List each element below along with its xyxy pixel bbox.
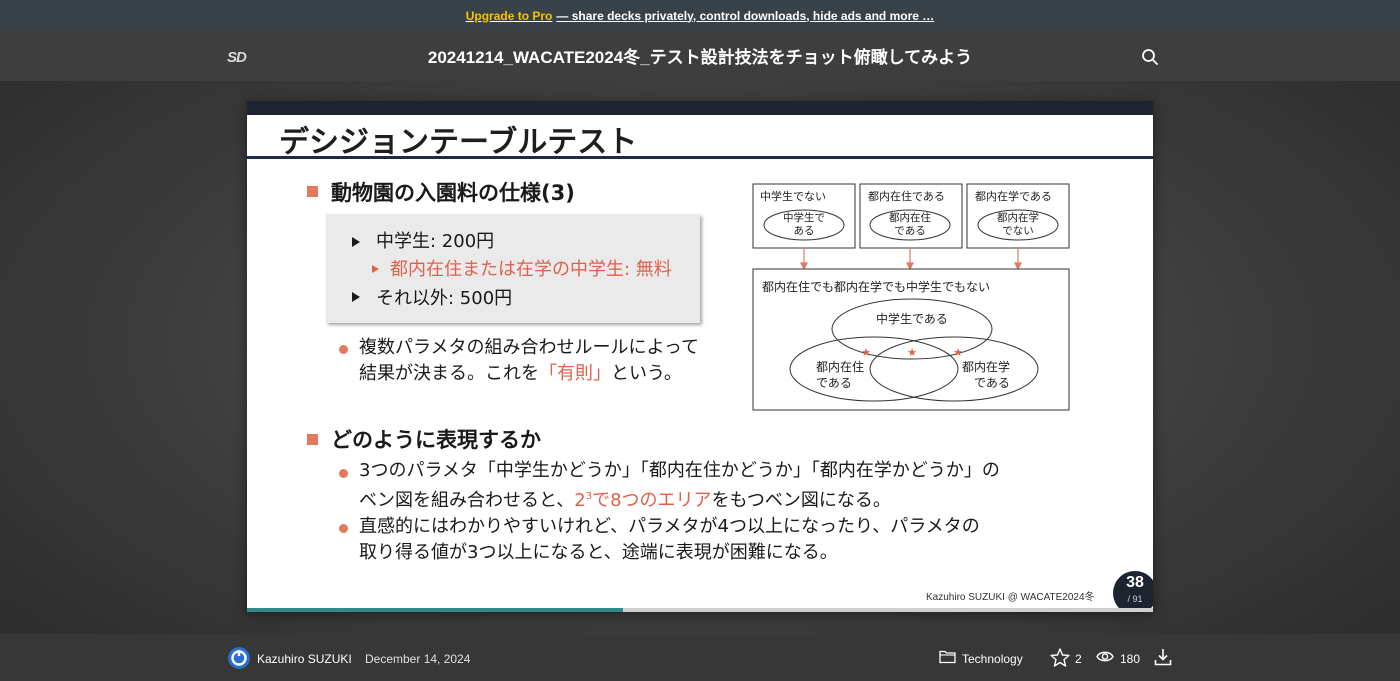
svg-text:である: である bbox=[816, 376, 852, 390]
svg-text:★: ★ bbox=[861, 346, 871, 359]
bullet-triangle bbox=[372, 265, 379, 273]
slide-progress-fill bbox=[247, 608, 623, 612]
svg-text:★: ★ bbox=[953, 346, 963, 359]
download-icon[interactable] bbox=[1154, 648, 1172, 666]
bullet-dot bbox=[339, 469, 348, 478]
slide-credit: Kazuhiro SUZUKI @ WACATE2024冬 bbox=[926, 592, 1095, 603]
spec-line-2: 都内在住または在学の中学生: 無料 bbox=[390, 259, 672, 280]
section-heading-2: どのように表現するか bbox=[331, 428, 541, 452]
spec-callout: 中学生: 200円 都内在住または在学の中学生: 無料 それ以外: 500円 bbox=[326, 214, 700, 323]
bullet-triangle bbox=[352, 237, 360, 247]
slide-viewer[interactable]: デシジョンテーブルテスト 動物園の入園料の仕様(3) 中学生: 200円 都内在… bbox=[247, 101, 1153, 612]
slide-progress[interactable] bbox=[247, 608, 1153, 612]
bullet-1-line-1: 複数パラメタの組み合わせルールによって bbox=[359, 337, 700, 358]
folder-icon[interactable] bbox=[939, 649, 956, 664]
author-link[interactable]: Kazuhiro SUZUKI bbox=[257, 652, 352, 666]
svg-text:都内在学: 都内在学 bbox=[997, 211, 1039, 224]
page-badge: 38 / 91 bbox=[1113, 571, 1153, 612]
box-2: 都内在住である 都内在住 である bbox=[859, 183, 963, 249]
svg-text:都内在住: 都内在住 bbox=[889, 211, 931, 224]
deck-title: 20241214_WACATE2024冬_テスト設計技法をチョット俯瞰してみよう bbox=[427, 48, 973, 67]
top-bar: SD 20241214_WACATE2024冬_テスト設計技法をチョット俯瞰して… bbox=[0, 31, 1400, 81]
title-rule bbox=[247, 156, 1153, 159]
bullet-3-line-1: 直感的にはわかりやすいけれど、パラメタが4つ以上になったり、パラメタの bbox=[359, 516, 980, 537]
venn-diagram: 中学生でない 中学生で ある 都内在住である 都内在住 である 都内在学である … bbox=[752, 183, 1070, 411]
slide-top-band bbox=[247, 101, 1153, 115]
svg-text:中学生で: 中学生で bbox=[783, 211, 825, 224]
svg-text:でない: でない bbox=[1002, 225, 1034, 237]
svg-text:都内在住でも都内在学でも中学生でもない: 都内在住でも都内在学でも中学生でもない bbox=[762, 279, 990, 294]
slide-title: デシジョンテーブルテスト bbox=[279, 125, 638, 160]
box-1: 中学生でない 中学生で ある bbox=[752, 183, 856, 249]
bullet-dot bbox=[339, 345, 348, 354]
publish-date: December 14, 2024 bbox=[365, 652, 471, 666]
svg-text:都内在住である: 都内在住である bbox=[868, 189, 945, 203]
search-icon[interactable] bbox=[1141, 48, 1159, 66]
bullet-2-line-2: ベン図を組み合わせると、23で8つのエリアをもつベン図になる。 bbox=[359, 490, 891, 511]
spec-line-3: それ以外: 500円 bbox=[376, 288, 513, 309]
section-marker bbox=[307, 186, 318, 197]
svg-text:★: ★ bbox=[907, 346, 917, 359]
bullet-triangle bbox=[352, 292, 360, 302]
author-avatar[interactable] bbox=[228, 647, 250, 669]
star-icon[interactable] bbox=[1050, 648, 1070, 667]
page-total: / 91 bbox=[1127, 594, 1143, 604]
svg-text:中学生である: 中学生である bbox=[876, 311, 948, 326]
svg-text:ある: ある bbox=[794, 225, 815, 237]
svg-text:都内在学: 都内在学 bbox=[962, 359, 1010, 374]
bullet-1: 複数パラメタの組み合わせルールによって 結果が決まる。これを「有則」という。 bbox=[359, 335, 699, 387]
section-marker bbox=[307, 434, 318, 445]
spec-line-1: 中学生: 200円 bbox=[376, 231, 495, 252]
bullet-3: 直感的にはわかりやすいけれど、パラメタが4つ以上になったり、パラメタの 取り得る… bbox=[359, 514, 980, 566]
bullet-2: 3つのパラメタ「中学生かどうか」「都内在住かどうか」「都内在学かどうか」の ベン… bbox=[359, 458, 1000, 514]
bullet-3-line-2: 取り得る値が3つ以上になると、途端に表現が困難になる。 bbox=[359, 542, 838, 563]
svg-text:都内在住: 都内在住 bbox=[816, 360, 864, 374]
svg-text:中学生でない: 中学生でない bbox=[760, 189, 826, 203]
bullet-dot bbox=[339, 524, 348, 533]
page-number: 38 bbox=[1126, 574, 1144, 591]
bullet-1-line-2: 結果が決まる。これを「有則」という。 bbox=[359, 363, 682, 384]
upgrade-link[interactable]: Upgrade to Pro bbox=[466, 9, 553, 23]
eye-icon bbox=[1096, 651, 1114, 662]
star-count: 2 bbox=[1075, 652, 1082, 666]
promo-banner[interactable]: Upgrade to Pro — share decks privately, … bbox=[0, 0, 1400, 31]
promo-message[interactable]: — share decks privately, control downloa… bbox=[556, 9, 934, 23]
box-3: 都内在学である 都内在学 でない bbox=[966, 183, 1070, 249]
svg-text:都内在学である: 都内在学である bbox=[975, 189, 1052, 203]
svg-text:である: である bbox=[974, 376, 1010, 390]
svg-text:である: である bbox=[894, 225, 925, 237]
category-link[interactable]: Technology bbox=[962, 652, 1023, 666]
view-count: 180 bbox=[1120, 652, 1141, 666]
section-heading-1: 動物園の入園料の仕様(3) bbox=[331, 181, 575, 205]
bottom-bar: Kazuhiro SUZUKI December 14, 2024 Techno… bbox=[0, 634, 1400, 681]
venn-box: 都内在住でも都内在学でも中学生でもない 中学生である 都内在住 である 都内在学… bbox=[752, 268, 1070, 411]
connector-arrows bbox=[800, 249, 1022, 271]
bullet-2-line-1: 3つのパラメタ「中学生かどうか」「都内在住かどうか」「都内在学かどうか」の bbox=[359, 460, 1000, 481]
